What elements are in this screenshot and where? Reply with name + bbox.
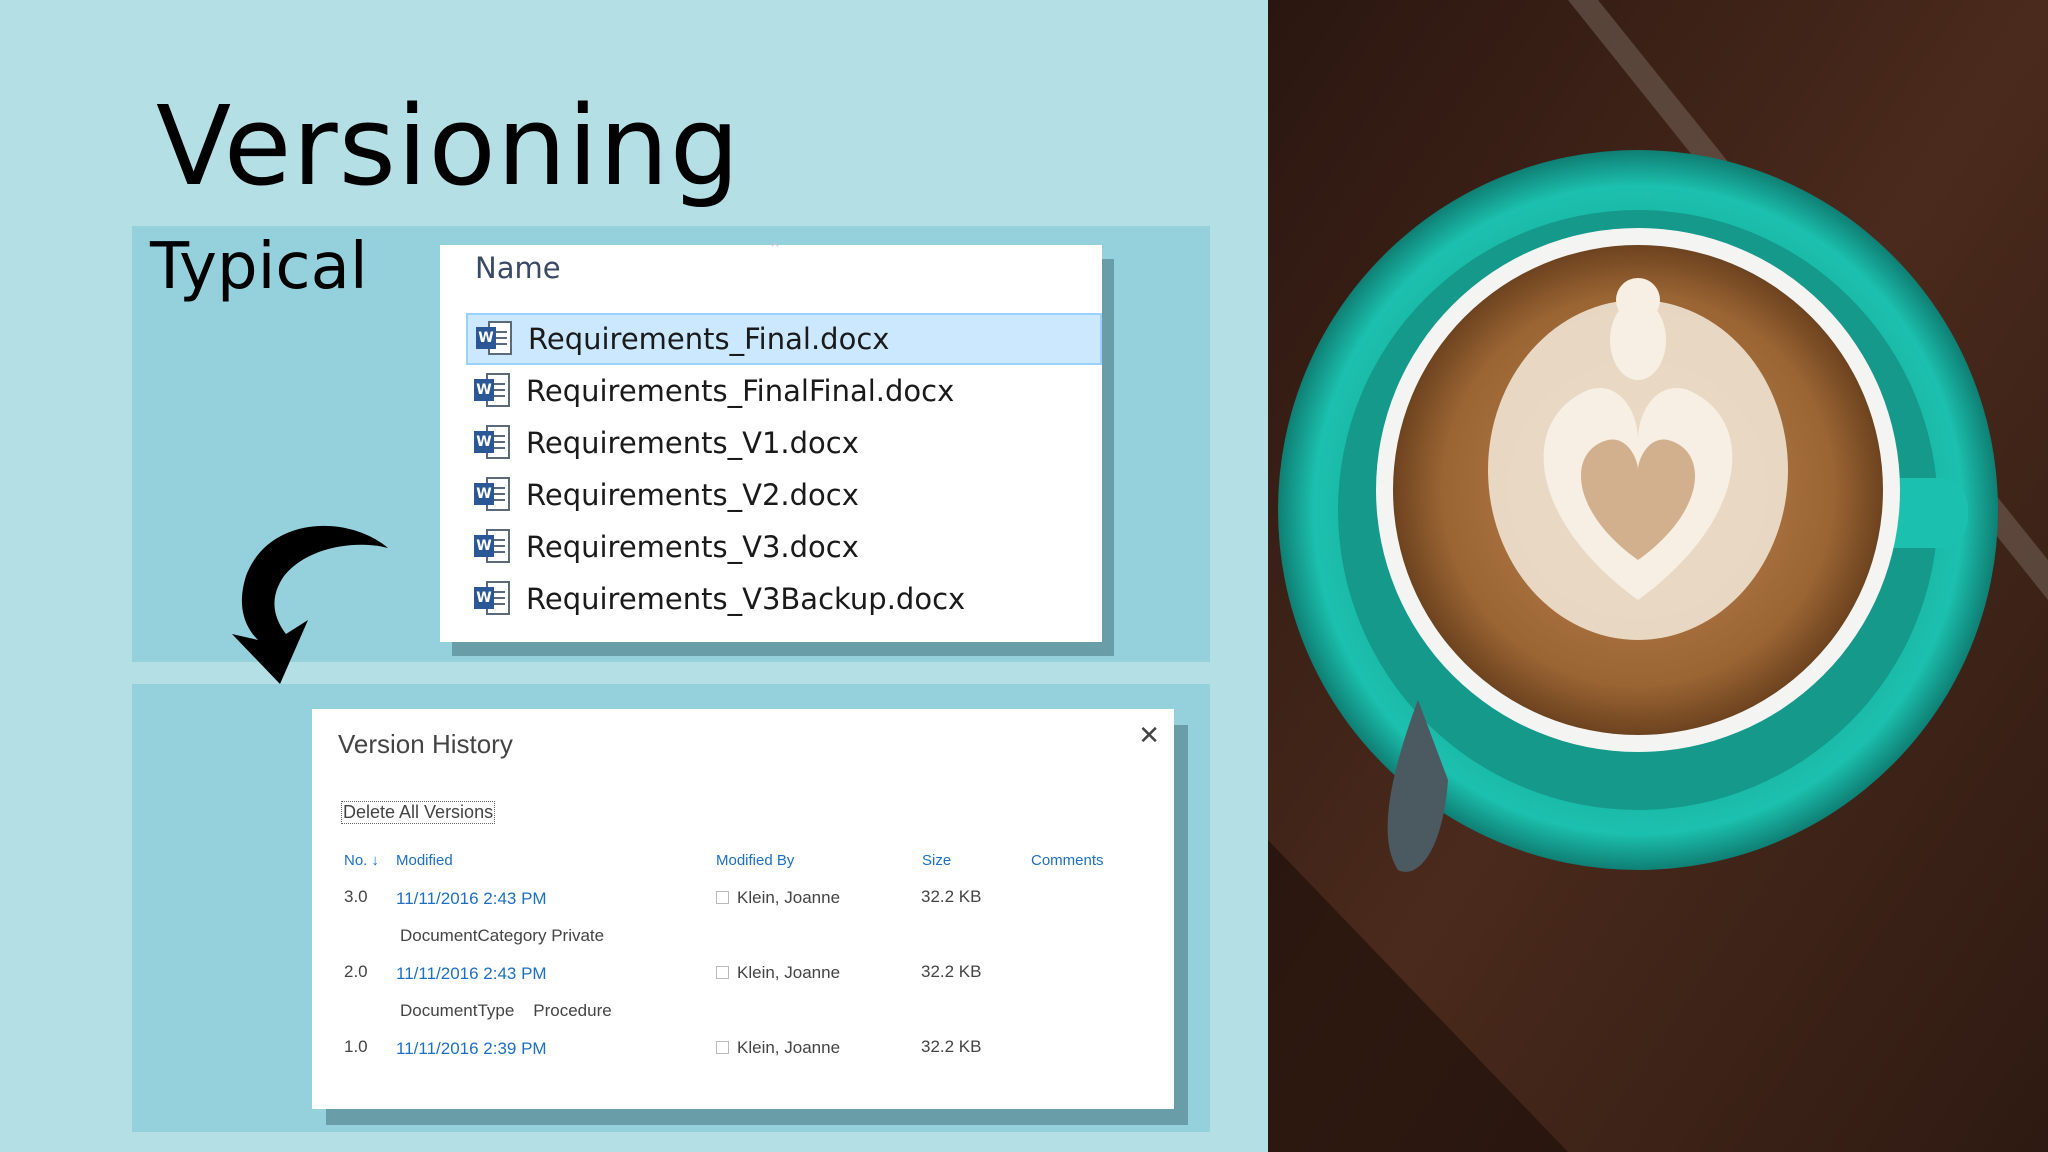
version-modified-link[interactable]: 11/11/2016 2:43 PM	[396, 964, 547, 984]
word-document-icon: W	[474, 423, 512, 463]
close-icon[interactable]: ✕	[1138, 721, 1160, 751]
column-modified[interactable]: Modified	[396, 852, 453, 869]
column-size[interactable]: Size	[922, 852, 951, 869]
delete-all-versions-link[interactable]: Delete All Versions	[341, 801, 496, 824]
file-row[interactable]: W Requirements_FinalFinal.docx	[466, 365, 1102, 417]
version-number: 1.0	[344, 1037, 368, 1056]
file-name: Requirements_V3.docx	[526, 530, 859, 564]
column-resize-mark: ^	[770, 241, 781, 255]
file-name: Requirements_Final.docx	[528, 322, 890, 356]
name-column-header[interactable]: Name	[475, 251, 561, 285]
modified-by: Klein, Joanne	[716, 1038, 840, 1058]
coffee-cup-photo	[1268, 0, 2048, 1152]
user-presence-icon	[716, 891, 729, 904]
slide-panel: Versioning Typical ^ Name W Requirements…	[0, 0, 1268, 1152]
file-row[interactable]: W Requirements_Final.docx	[466, 313, 1102, 365]
slide-title: Versioning	[156, 82, 741, 210]
changed-property: DocumentType Procedure	[400, 1001, 612, 1020]
file-row[interactable]: W Requirements_V1.docx	[466, 417, 1102, 469]
file-name: Requirements_V3Backup.docx	[526, 582, 966, 616]
file-name: Requirements_FinalFinal.docx	[526, 374, 955, 408]
file-list: W Requirements_Final.docx W Requirements…	[466, 313, 1102, 625]
word-document-icon: W	[474, 527, 512, 567]
file-row[interactable]: W Requirements_V2.docx	[466, 469, 1102, 521]
coffee-cup-image	[1268, 0, 2048, 1152]
version-modified-link[interactable]: 11/11/2016 2:39 PM	[396, 1039, 547, 1059]
version-size: 32.2 KB	[921, 962, 982, 981]
file-row[interactable]: W Requirements_V3Backup.docx	[466, 573, 1102, 625]
word-document-icon: W	[476, 319, 514, 359]
modified-by: Klein, Joanne	[716, 888, 840, 908]
version-number: 2.0	[344, 962, 368, 981]
column-comments[interactable]: Comments	[1031, 852, 1104, 869]
file-name: Requirements_V1.docx	[526, 426, 859, 460]
user-presence-icon	[716, 966, 729, 979]
column-no[interactable]: No. ↓	[344, 852, 379, 869]
word-document-icon: W	[474, 475, 512, 515]
curved-arrow-icon	[232, 525, 388, 684]
slide-subtitle: Typical	[150, 230, 368, 304]
modified-by: Klein, Joanne	[716, 963, 840, 983]
column-modified-by[interactable]: Modified By	[716, 852, 794, 869]
changed-property: DocumentCategory Private	[400, 926, 605, 945]
version-number: 3.0	[344, 887, 368, 906]
sort-down-icon: ↓	[371, 852, 379, 869]
version-size: 32.2 KB	[921, 1037, 982, 1056]
file-explorer-panel: ^ Name W Requirements_Final.docx W Requi…	[440, 241, 1102, 642]
version-size: 32.2 KB	[921, 887, 982, 906]
dialog-title: Version History	[338, 729, 513, 759]
version-modified-link[interactable]: 11/11/2016 2:43 PM	[396, 889, 547, 909]
word-document-icon: W	[474, 371, 512, 411]
file-name: Requirements_V2.docx	[526, 478, 859, 512]
file-row[interactable]: W Requirements_V3.docx	[466, 521, 1102, 573]
version-history-dialog: Version History ✕ Delete All Versions No…	[312, 709, 1174, 1109]
word-document-icon: W	[474, 579, 512, 619]
user-presence-icon	[716, 1041, 729, 1054]
